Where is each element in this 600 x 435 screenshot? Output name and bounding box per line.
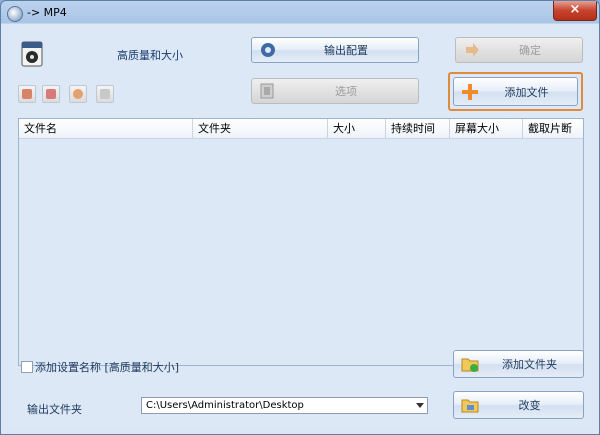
close-button[interactable]: × — [553, 1, 597, 21]
column-size[interactable]: 大小 — [328, 119, 386, 138]
client-area: 高质量和大小 输出配置 确定 选项 添加文件 文件名 文件夹 大小 持续时间 屏… — [7, 25, 593, 429]
clear-list-icon[interactable] — [18, 85, 36, 103]
ok-label: 确定 — [519, 44, 541, 57]
append-setting-name-label: 添加设置名称 [高质量和大小] — [35, 361, 180, 374]
mp4-icon — [21, 41, 45, 67]
output-folder-value: C:\Users\Administrator\Desktop — [146, 400, 304, 411]
arrow-right-icon — [463, 41, 481, 59]
plus-icon — [461, 83, 479, 101]
options-button[interactable]: 选项 — [251, 78, 419, 104]
add-folder-button[interactable]: 添加文件夹 — [453, 350, 584, 378]
add-folder-label: 添加文件夹 — [502, 358, 557, 371]
remove-icon[interactable] — [42, 85, 60, 103]
file-list-header: 文件名 文件夹 大小 持续时间 屏幕大小 截取片断 — [19, 119, 583, 139]
main-window: -> MP4 × 高质量和大小 输出配置 确定 选项 添加文件 文件名 文件夹 … — [0, 0, 600, 435]
column-clip[interactable]: 截取片断 — [523, 119, 583, 138]
film-icon — [259, 82, 277, 100]
ok-button[interactable]: 确定 — [455, 37, 583, 63]
chevron-down-icon — [416, 403, 424, 408]
column-folder[interactable]: 文件夹 — [193, 119, 328, 138]
output-folder-select[interactable]: C:\Users\Administrator\Desktop — [141, 397, 428, 414]
column-filename[interactable]: 文件名 — [19, 119, 193, 138]
column-screen-size[interactable]: 屏幕大小 — [450, 119, 523, 138]
add-file-button[interactable]: 添加文件 — [453, 77, 578, 106]
media-info-icon[interactable] — [96, 85, 114, 103]
change-button[interactable]: 改变 — [453, 391, 584, 419]
title-bar[interactable]: -> MP4 × — [1, 1, 599, 25]
change-label: 改变 — [518, 399, 541, 412]
column-duration[interactable]: 持续时间 — [386, 119, 450, 138]
output-folder-label: 输出文件夹 — [27, 403, 82, 416]
output-config-label: 输出配置 — [324, 44, 368, 57]
profile-name: 高质量和大小 — [117, 49, 183, 62]
options-label: 选项 — [335, 85, 357, 98]
gear-icon — [259, 41, 277, 59]
app-icon — [7, 6, 23, 22]
window-title: -> MP4 — [27, 6, 67, 19]
output-config-button[interactable]: 输出配置 — [251, 37, 419, 63]
folder-add-icon — [461, 355, 479, 373]
append-setting-name-checkbox[interactable] — [21, 361, 33, 373]
folder-icon — [461, 396, 479, 414]
play-icon[interactable] — [69, 85, 87, 103]
add-file-label: 添加文件 — [504, 85, 549, 99]
file-list[interactable]: 文件名 文件夹 大小 持续时间 屏幕大小 截取片断 — [18, 118, 584, 366]
